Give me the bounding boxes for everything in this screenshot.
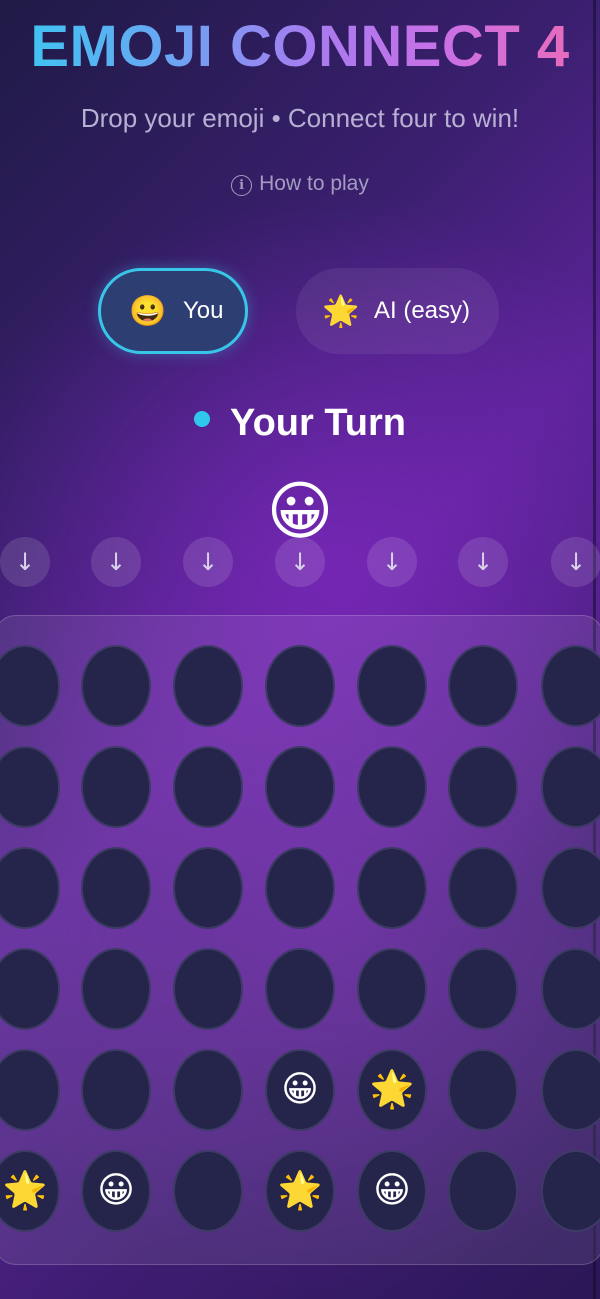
- turn-indicator: Your Turn: [0, 402, 600, 445]
- drop-column-4-button[interactable]: ↓: [275, 537, 325, 587]
- drop-column-5-button[interactable]: ↓: [367, 537, 417, 587]
- player-smiley-piece: 😀: [373, 1170, 411, 1211]
- board-cell[interactable]: [357, 847, 427, 929]
- arrow-down-icon: ↓: [105, 548, 127, 576]
- board-cell[interactable]: [173, 847, 243, 929]
- arrow-down-icon: ↓: [289, 548, 311, 576]
- how-to-play-link[interactable]: i How to play: [0, 172, 600, 196]
- info-icon: i: [231, 175, 253, 196]
- board-cell[interactable]: [81, 1049, 151, 1131]
- board-cell[interactable]: [448, 1150, 518, 1232]
- ai-star-piece: 🌟: [369, 1069, 415, 1110]
- player-smiley-piece: 😀: [97, 1170, 135, 1211]
- board-cell[interactable]: [448, 645, 518, 727]
- board-cell[interactable]: [173, 746, 243, 828]
- drop-column-1-button[interactable]: ↓: [0, 537, 50, 587]
- board-cell[interactable]: [81, 948, 151, 1030]
- board-cell[interactable]: 😀: [81, 1150, 151, 1232]
- board-cell[interactable]: [173, 1150, 243, 1232]
- arrow-down-icon: ↓: [197, 548, 219, 576]
- drop-column-7-button[interactable]: ↓: [551, 537, 600, 587]
- drop-column-2-button[interactable]: ↓: [91, 537, 141, 587]
- player-smiley-piece: 😀: [281, 1069, 319, 1110]
- board-cell[interactable]: [81, 645, 151, 727]
- board-cell[interactable]: [448, 847, 518, 929]
- drop-column-6-button[interactable]: ↓: [458, 537, 508, 587]
- board-cell[interactable]: [81, 847, 151, 929]
- board-cell[interactable]: [173, 645, 243, 727]
- player-ai-emoji: 🌟: [322, 294, 360, 328]
- game-title: EMOJI CONNECT 4: [0, 14, 600, 80]
- ai-star-piece: 🌟: [277, 1170, 323, 1211]
- board-cell[interactable]: 😀: [357, 1150, 427, 1232]
- board-cell[interactable]: [357, 746, 427, 828]
- board-cell[interactable]: [265, 746, 335, 828]
- board-cell[interactable]: [173, 948, 243, 1030]
- board-cell[interactable]: [265, 645, 335, 727]
- player-ai-label: AI (easy): [374, 297, 471, 324]
- player-ai-chip: 🌟 AI (easy): [296, 268, 499, 354]
- player-you-chip: 😀 You: [98, 268, 248, 354]
- board-cell[interactable]: [357, 948, 427, 1030]
- board-cell[interactable]: [357, 645, 427, 727]
- board-cell[interactable]: [81, 746, 151, 828]
- drop-column-3-button[interactable]: ↓: [183, 537, 233, 587]
- player-you-emoji: 😀: [129, 294, 167, 328]
- how-to-play-label: How to play: [259, 172, 369, 195]
- board-cell[interactable]: [265, 847, 335, 929]
- board-cell[interactable]: [173, 1049, 243, 1131]
- game-subtitle: Drop your emoji • Connect four to win!: [80, 103, 520, 133]
- board-cell[interactable]: 😀: [265, 1049, 335, 1131]
- board-cell[interactable]: [448, 746, 518, 828]
- ai-star-piece: 🌟: [2, 1170, 48, 1211]
- board-cell[interactable]: 🌟: [357, 1049, 427, 1131]
- arrow-down-icon: ↓: [381, 548, 403, 576]
- board-cell[interactable]: [448, 1049, 518, 1131]
- arrow-down-icon: ↓: [14, 548, 36, 576]
- board-cell[interactable]: [448, 948, 518, 1030]
- board-cell[interactable]: 🌟: [265, 1150, 335, 1232]
- player-you-label: You: [183, 297, 224, 324]
- turn-dot: [194, 411, 211, 427]
- turn-text: Your Turn: [230, 402, 406, 444]
- board-cell[interactable]: [265, 948, 335, 1030]
- arrow-down-icon: ↓: [472, 548, 494, 576]
- arrow-down-icon: ↓: [565, 548, 587, 576]
